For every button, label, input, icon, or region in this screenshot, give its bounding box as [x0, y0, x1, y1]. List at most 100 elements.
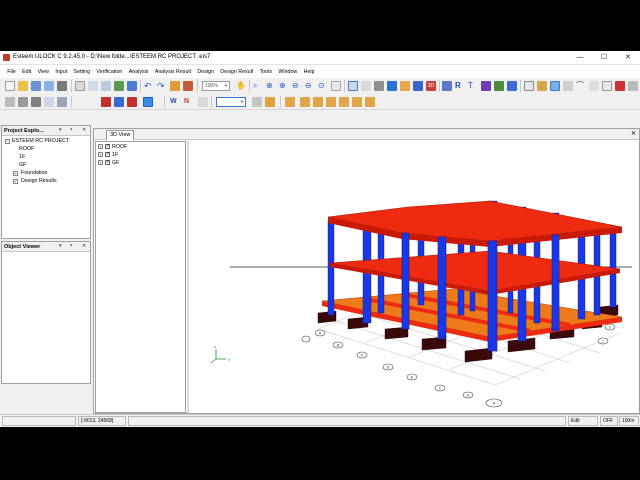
undo-icon[interactable]: ↶	[144, 81, 154, 91]
area-icon[interactable]	[44, 97, 54, 107]
tool-c-icon[interactable]	[442, 81, 452, 91]
view-back-icon[interactable]	[313, 97, 323, 107]
tool-f-icon[interactable]	[507, 81, 517, 91]
box-icon[interactable]	[400, 81, 410, 91]
layer-row-roof[interactable]: + ✓ ROOF	[98, 144, 127, 152]
open-folder-icon[interactable]	[18, 81, 28, 91]
building-icon[interactable]	[374, 81, 384, 91]
tree-collapse-icon[interactable]: −	[5, 139, 10, 144]
menu-help[interactable]: Help	[300, 69, 317, 75]
cube-icon[interactable]	[387, 81, 397, 91]
tool-b-icon[interactable]	[183, 81, 193, 91]
tree-item-gf[interactable]: GF	[19, 162, 26, 168]
menu-analysis-result[interactable]: Analysis Result	[152, 69, 195, 75]
tool-j-icon[interactable]	[628, 81, 638, 91]
zoom-extent-icon[interactable]: ⊙	[318, 81, 328, 91]
measure-icon[interactable]	[524, 81, 534, 91]
tree-root[interactable]: ESTEEM RC PROJECT	[12, 138, 69, 144]
menu-design[interactable]: Design	[194, 69, 217, 75]
menu-design-result[interactable]: Design Result	[217, 69, 256, 75]
tree-expand-icon[interactable]: +	[13, 171, 18, 176]
rect-icon[interactable]	[18, 97, 28, 107]
redo-icon[interactable]: ↷	[157, 81, 167, 91]
layer-row-gf[interactable]: + ✓ GF	[98, 160, 119, 168]
tool-d-icon[interactable]	[481, 81, 491, 91]
shape-icon[interactable]	[413, 81, 423, 91]
tool-g-icon[interactable]	[589, 81, 599, 91]
tree-item-1f[interactable]: 1F	[19, 154, 25, 160]
print-icon[interactable]	[57, 81, 67, 91]
menu-edit[interactable]: Edit	[19, 69, 35, 75]
save-icon[interactable]	[31, 81, 41, 91]
dock-pin-icon[interactable]: ᵠ	[70, 127, 72, 133]
paste-icon[interactable]	[101, 81, 111, 91]
pin-dropdown-icon[interactable]: ▾	[59, 243, 62, 249]
tool-m-icon[interactable]	[252, 97, 262, 107]
3d-structure-view[interactable]: A B C D E F G H 1 2 z x	[190, 141, 638, 413]
menu-tools[interactable]: Tools	[256, 69, 275, 75]
view-iso2-icon[interactable]	[365, 97, 375, 107]
floor-combo[interactable]: ▼	[216, 97, 246, 107]
view-right-icon[interactable]	[339, 97, 349, 107]
beam-icon[interactable]	[127, 97, 137, 107]
menu-view[interactable]: View	[34, 69, 52, 75]
zoom-out-icon[interactable]: ⊖	[292, 81, 302, 91]
arch-icon[interactable]: ⌒	[576, 81, 586, 91]
floor-icon[interactable]	[101, 97, 111, 107]
view-icon[interactable]	[331, 81, 341, 91]
tab-close-icon[interactable]: ✕	[631, 130, 636, 137]
pan-hand-icon[interactable]: ✋	[236, 81, 246, 91]
maximize-button[interactable]: ☐	[596, 53, 612, 63]
status-snap[interactable]: OFF	[600, 416, 618, 426]
checkbox-checked-icon[interactable]: ✓	[105, 160, 110, 166]
menu-input[interactable]: Input	[52, 69, 70, 75]
zoom-in-icon[interactable]: ⊕	[266, 81, 276, 91]
window-icon[interactable]	[550, 81, 560, 91]
tool-e-icon[interactable]	[494, 81, 504, 91]
3d-icon[interactable]: 3D	[426, 81, 436, 91]
menu-verification[interactable]: Verification	[93, 69, 125, 75]
view-top-icon[interactable]	[285, 97, 295, 107]
checkbox-checked-icon[interactable]: ✓	[105, 152, 110, 158]
tool-l-icon[interactable]	[198, 97, 208, 107]
tree-expand-icon[interactable]: +	[13, 179, 18, 184]
expand-icon[interactable]: +	[98, 160, 103, 166]
tab-3d-view[interactable]: 3D View	[106, 130, 135, 140]
view-splitter[interactable]	[187, 141, 189, 413]
copy-icon[interactable]	[88, 81, 98, 91]
panel-close-icon[interactable]: ✕	[82, 243, 86, 249]
new-file-icon[interactable]	[5, 81, 15, 91]
zoom-combo[interactable]: 100% ▼	[202, 81, 230, 91]
tool-i-icon[interactable]	[615, 81, 625, 91]
view-front-icon[interactable]	[300, 97, 310, 107]
tool-n-icon[interactable]	[265, 97, 275, 107]
menu-analysis[interactable]: Analysis	[126, 69, 152, 75]
properties-icon[interactable]	[114, 81, 124, 91]
n-icon[interactable]: N	[184, 97, 194, 107]
menu-window[interactable]: Window	[275, 69, 300, 75]
refresh-icon[interactable]	[127, 81, 137, 91]
r-icon[interactable]: R	[455, 81, 465, 91]
grid-icon[interactable]	[563, 81, 573, 91]
view-iso-icon[interactable]	[352, 97, 362, 107]
zoom-window-icon[interactable]: ⌕	[253, 81, 263, 91]
frame-icon[interactable]	[361, 81, 371, 91]
checkbox-checked-icon[interactable]: ✓	[105, 144, 110, 150]
zoom-all-icon[interactable]: ⊕	[279, 81, 289, 91]
select-mode-icon[interactable]	[143, 97, 153, 107]
tool-a-icon[interactable]	[170, 81, 180, 91]
fill-icon[interactable]	[31, 97, 41, 107]
line-icon[interactable]	[5, 97, 15, 107]
menu-setting[interactable]: Setting	[70, 69, 93, 75]
expand-icon[interactable]: +	[98, 152, 103, 158]
minimize-button[interactable]: —	[572, 53, 588, 63]
expand-icon[interactable]: +	[98, 144, 103, 150]
tool-h-icon[interactable]	[602, 81, 612, 91]
column-icon[interactable]	[114, 97, 124, 107]
panel-close-icon[interactable]: ✕	[82, 127, 86, 133]
tool-k-icon[interactable]	[57, 97, 67, 107]
cut-icon[interactable]	[75, 81, 85, 91]
dock-pin-icon[interactable]: ᵠ	[70, 243, 72, 249]
pin-dropdown-icon[interactable]: ▾	[59, 127, 62, 133]
menu-file[interactable]: File	[4, 69, 19, 75]
